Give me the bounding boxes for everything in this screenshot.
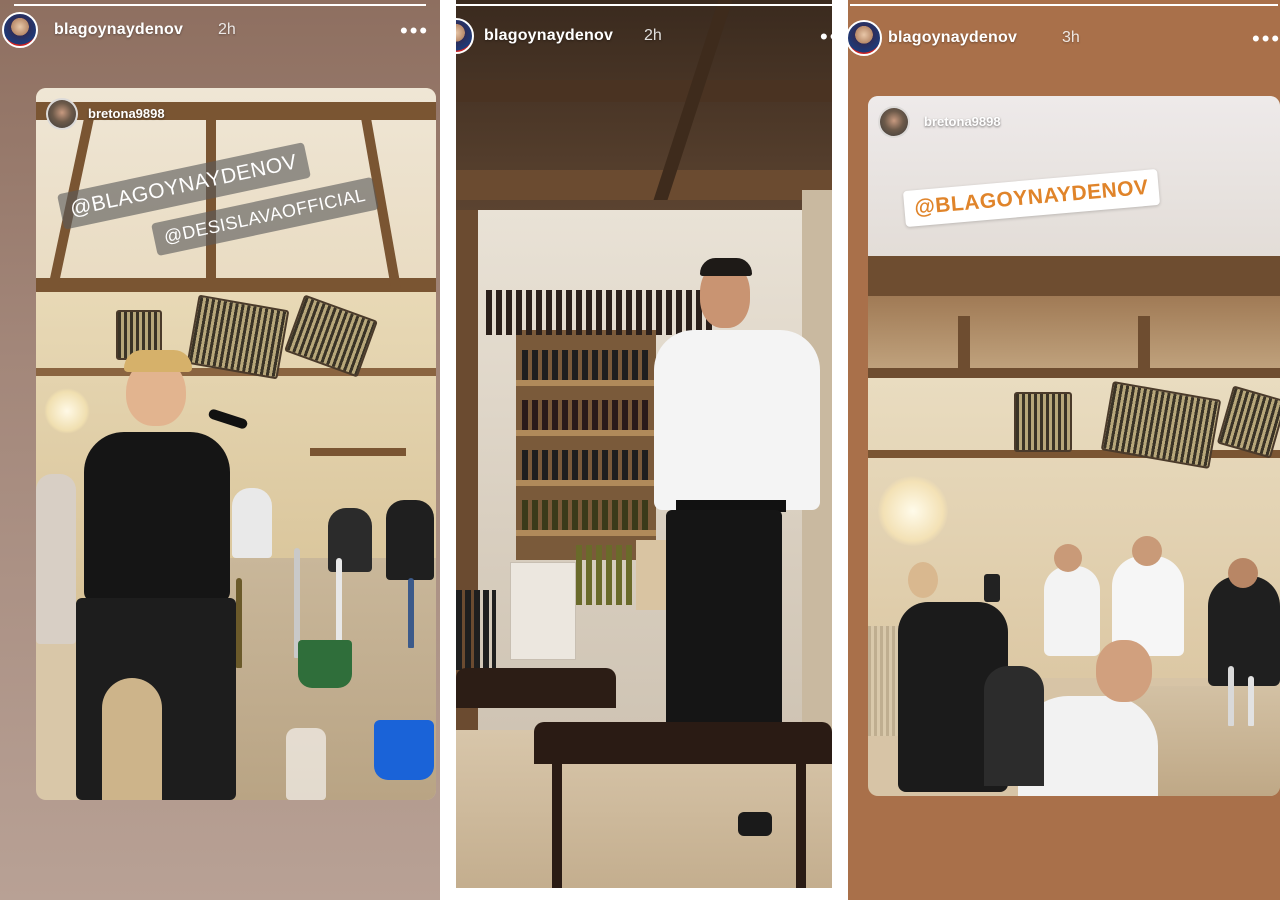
- ceiling-beam: [456, 170, 832, 200]
- wine-bottles: [486, 290, 716, 335]
- wine-bottles: [456, 590, 496, 670]
- story-header: blagoynaydenov 2h •••: [0, 0, 440, 60]
- wall-lamp: [44, 388, 90, 434]
- wine-bottles: [576, 545, 636, 605]
- bottle: [1228, 666, 1234, 726]
- user-avatar[interactable]: [2, 12, 38, 48]
- wine-bottles: [522, 450, 652, 480]
- wine-bottles: [522, 350, 652, 380]
- story-panel-3[interactable]: blagoynaydenov 3h ••• bretona9898 @BLAGO…: [848, 0, 1280, 900]
- ceiling-beam: [868, 256, 1280, 296]
- man-shirt: [654, 330, 820, 510]
- bottle: [1248, 676, 1254, 726]
- singer-body: [84, 432, 230, 602]
- reposted-user-avatar[interactable]: [878, 106, 910, 138]
- reposted-username[interactable]: bretona9898: [88, 106, 165, 121]
- story-header: blagoynaydenov 3h •••: [848, 0, 1280, 60]
- user-avatar[interactable]: [456, 18, 474, 54]
- more-horizontal-icon[interactable]: •••: [820, 26, 832, 48]
- username[interactable]: blagoynaydenov: [888, 29, 1017, 47]
- wine-bottles: [522, 500, 652, 530]
- chair-back: [984, 666, 1044, 786]
- phone: [984, 574, 1000, 602]
- ceiling-beam: [36, 278, 436, 292]
- story-header: blagoynaydenov 2h •••: [456, 0, 832, 60]
- wall-rail: [868, 450, 1280, 458]
- wine-box: [510, 562, 576, 660]
- woman-head: [908, 562, 938, 598]
- reposted-user-avatar[interactable]: [46, 98, 78, 130]
- username[interactable]: blagoynaydenov: [54, 21, 183, 39]
- performer: [1044, 566, 1100, 656]
- shelf-board: [516, 380, 656, 386]
- chair-leg: [552, 760, 562, 890]
- ceiling-beam: [456, 80, 832, 102]
- chair-back: [102, 678, 162, 800]
- chair-back: [456, 668, 616, 708]
- reposted-story-card[interactable]: bretona9898 @BLAGOYNAYDENOV @DESISLAVAOF…: [36, 88, 436, 800]
- ice-bucket: [298, 640, 352, 688]
- ceiling-beam: [206, 118, 216, 288]
- performer: [1208, 576, 1280, 686]
- wine-glass: [286, 728, 326, 800]
- guest-head: [1096, 640, 1152, 702]
- more-horizontal-icon[interactable]: •••: [1252, 28, 1280, 50]
- guest: [386, 500, 434, 580]
- ceiling-beam: [868, 368, 1280, 378]
- performer-head: [1054, 544, 1082, 572]
- more-horizontal-icon[interactable]: •••: [400, 20, 429, 42]
- man-shoe: [738, 812, 772, 836]
- reposted-story-card[interactable]: bretona9898 @BLAGOYNAYDENOV: [868, 96, 1280, 796]
- performer-head: [1228, 558, 1258, 588]
- accordion-decoration: [1014, 392, 1072, 452]
- username[interactable]: blagoynaydenov: [484, 27, 613, 45]
- post-time: 2h: [218, 21, 236, 38]
- wine-bottles: [522, 400, 652, 430]
- reposted-username[interactable]: bretona9898: [924, 114, 1001, 129]
- wall-lamp: [878, 476, 948, 546]
- story-panel-1[interactable]: blagoynaydenov 2h ••• bretona9898 @BLAGO…: [0, 0, 440, 900]
- post-time: 3h: [1062, 29, 1080, 46]
- story-panel-2[interactable]: blagoynaydenov 2h •••: [456, 0, 832, 900]
- shelf: [310, 448, 406, 456]
- shelf-board: [516, 430, 656, 436]
- guest-filming: [36, 474, 76, 644]
- man-hair: [700, 258, 752, 276]
- ice-bucket: [374, 720, 434, 780]
- singer-hair: [124, 350, 192, 372]
- bottom-strip: [456, 888, 832, 900]
- man-trousers: [666, 510, 782, 740]
- guest: [328, 508, 372, 572]
- shelf-board: [516, 480, 656, 486]
- post-time: 2h: [644, 27, 662, 44]
- bottle: [408, 578, 414, 648]
- user-avatar[interactable]: [848, 20, 882, 56]
- performer-head: [1132, 536, 1162, 566]
- shelf-board: [516, 530, 656, 536]
- guest: [232, 488, 272, 558]
- chair-leg: [796, 760, 806, 890]
- bottle: [236, 578, 242, 668]
- chair-back: [534, 722, 832, 764]
